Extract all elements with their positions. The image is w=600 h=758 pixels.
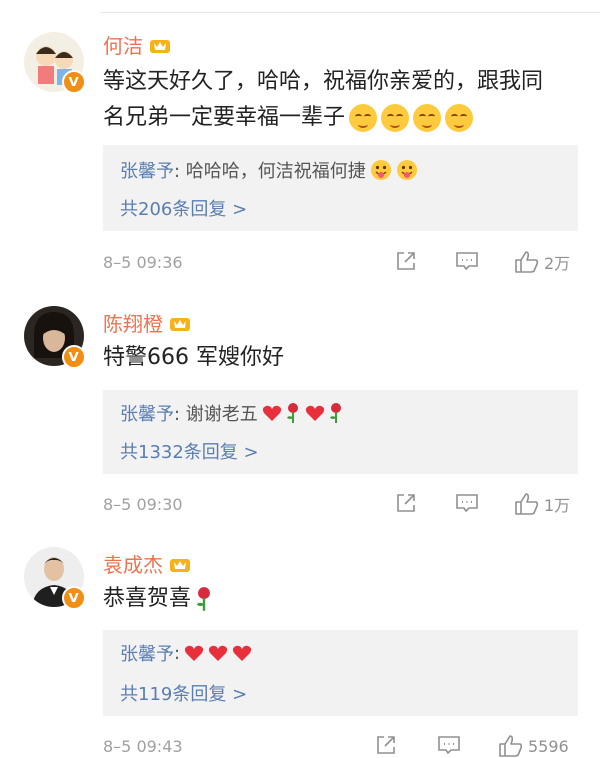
heart-emoji-icon (262, 405, 281, 421)
comment-icon (456, 494, 478, 513)
reply-preview[interactable]: 张馨予 : 哈哈哈，何洁祝福何捷 共206条回复 > (103, 145, 578, 231)
share-icon (397, 494, 415, 512)
like-count: 5596 (528, 736, 569, 756)
like-button[interactable]: 5596 (498, 734, 569, 758)
commenter-name[interactable]: 袁成杰 (103, 549, 191, 578)
comment-button[interactable] (437, 734, 461, 756)
smile-emoji-icon (445, 104, 474, 132)
reply-line: 张馨予 : 哈哈哈，何洁祝福何捷 (120, 157, 418, 183)
heart-emoji-icon (305, 405, 324, 421)
smile-emoji-icon (349, 104, 378, 132)
reply-count-link[interactable]: 共1332条回复 > (120, 438, 259, 464)
thumbs-up-icon (515, 493, 539, 515)
smile-emoji-icon (413, 104, 442, 132)
reply-preview[interactable]: 张馨予 : 谢谢老五 共1332条回复 > (103, 390, 578, 474)
reply-line: 张馨予 : (120, 640, 252, 666)
comment-text: 恭喜贺喜 (103, 581, 563, 617)
thumbs-up-icon (515, 251, 539, 273)
share-icon (397, 252, 415, 270)
comment-button[interactable] (455, 250, 479, 272)
heart-emoji-icon (232, 645, 252, 661)
like-count: 1万 (544, 496, 571, 515)
comment-time: 8–5 09:30 (103, 495, 183, 514)
smile-emoji-icon (381, 104, 410, 132)
reply-author[interactable]: 张馨予 (120, 400, 174, 426)
heart-emoji-icon (208, 645, 228, 661)
comment-text: 特警666 军嫂你好 (103, 345, 284, 370)
reply-text: : 谢谢老五 (174, 404, 258, 425)
like-button[interactable]: 2万 (514, 250, 570, 274)
share-button[interactable] (395, 492, 417, 514)
share-button[interactable] (375, 734, 397, 756)
commenter-name[interactable]: 陈翔橙 (103, 308, 191, 337)
heart-emoji-icon (184, 645, 204, 661)
share-button[interactable] (395, 250, 417, 272)
like-button[interactable]: 1万 (514, 492, 570, 516)
reply-text: : 哈哈哈，何洁祝福何捷 (174, 161, 366, 182)
reply-preview[interactable]: 张馨予 : 共119条回复 > (103, 630, 578, 716)
comment-time: 8–5 09:36 (103, 253, 183, 272)
vip-crown-icon (170, 558, 190, 572)
vip-crown-icon (170, 317, 190, 331)
vip-crown-icon (150, 39, 170, 53)
rose-emoji-icon (196, 587, 210, 611)
reply-text: : (174, 642, 181, 664)
like-count: 2万 (544, 254, 571, 273)
share-icon (377, 736, 395, 754)
reply-author[interactable]: 张馨予 (120, 640, 174, 666)
comment-icon (438, 736, 460, 755)
comment-icon (456, 252, 478, 271)
comment-button[interactable] (455, 492, 479, 514)
comment-item: V 陈翔橙 特警666 军嫂你好 张馨予 : 谢谢老五 共1332条回复 > 8… (0, 290, 600, 535)
rose-emoji-icon (329, 403, 341, 423)
comment-time: 8–5 09:43 (103, 737, 183, 756)
reply-author[interactable]: 张馨予 (120, 157, 174, 183)
comment-text: 等这天好久了，哈哈，祝福你亲爱的，跟我同名兄弟一定要幸福一辈子 (103, 69, 544, 132)
reply-count-link[interactable]: 共119条回复 > (120, 680, 247, 706)
verified-badge-icon: V (62, 345, 86, 369)
tongue-emoji-icon (396, 160, 417, 180)
reply-count-link[interactable]: 共206条回复 > (120, 195, 247, 221)
commenter-name[interactable]: 何洁 (103, 30, 171, 59)
comment-item: V 袁成杰 恭喜贺喜 张馨予 : 共119条回复 > 8–5 09:43 559… (0, 535, 600, 758)
smile-emoji-group (349, 104, 474, 132)
rose-emoji-icon (286, 403, 298, 423)
tongue-emoji-icon (370, 160, 391, 180)
reply-line: 张馨予 : 谢谢老五 (120, 400, 344, 426)
verified-badge-icon: V (62, 586, 86, 610)
verified-badge-icon: V (62, 70, 86, 94)
thumbs-up-icon (499, 735, 523, 757)
comment-item: V 何洁 等这天好久了，哈哈，祝福你亲爱的，跟我同名兄弟一定要幸福一辈子 张馨予… (0, 0, 600, 290)
